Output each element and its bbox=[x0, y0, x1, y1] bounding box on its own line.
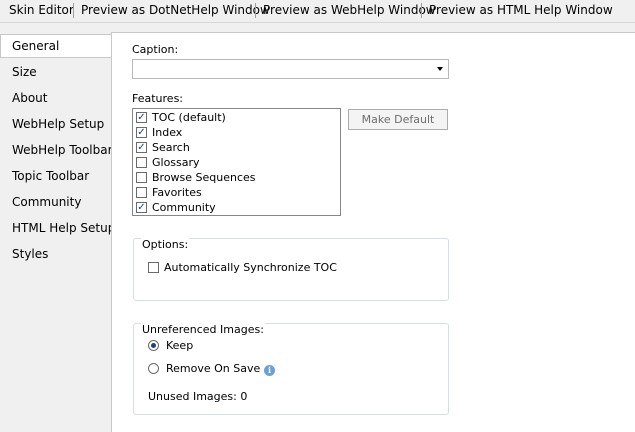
unreferenced-images-title: Unreferenced Images: bbox=[141, 323, 265, 336]
keep-label: Keep bbox=[166, 339, 194, 352]
list-item[interactable]: ✓ Search bbox=[136, 140, 190, 155]
sidebar-item-about[interactable]: About bbox=[0, 86, 111, 110]
auto-sync-row[interactable]: Automatically Synchronize TOC bbox=[148, 261, 337, 274]
tab-preview-htmlhelp[interactable]: Preview as HTML Help Window bbox=[429, 0, 613, 22]
feature-label: Search bbox=[152, 141, 190, 154]
unreferenced-images-group: Unreferenced Images: Keep Remove On Save… bbox=[133, 323, 449, 415]
features-label: Features: bbox=[132, 92, 184, 105]
caption-combobox[interactable] bbox=[132, 59, 449, 79]
tab-preview-dotnethelp[interactable]: Preview as DotNetHelp Window bbox=[81, 0, 270, 22]
list-item[interactable]: Glossary bbox=[136, 155, 200, 170]
sidebar-item-webhelp-toolbar[interactable]: WebHelp Toolbar bbox=[0, 138, 113, 162]
make-default-button[interactable]: Make Default bbox=[348, 109, 448, 130]
tab-preview-webhelp[interactable]: Preview as WebHelp Window bbox=[263, 0, 436, 22]
sidebar-item-size[interactable]: Size bbox=[0, 60, 111, 84]
sidebar-item-styles[interactable]: Styles bbox=[0, 242, 111, 266]
list-item[interactable]: Favorites bbox=[136, 185, 202, 200]
feature-label: Index bbox=[152, 126, 183, 139]
feature-label: TOC (default) bbox=[152, 111, 226, 124]
keep-option[interactable]: Keep bbox=[148, 339, 193, 352]
tab-separator bbox=[421, 3, 422, 18]
general-panel: Caption: Features: ✓ TOC (default) ✓ Index… bbox=[111, 32, 635, 432]
feature-label: Community bbox=[152, 201, 216, 214]
feature-checkbox[interactable]: ✓ bbox=[136, 141, 147, 153]
list-item[interactable]: ✓ TOC (default) bbox=[136, 110, 226, 125]
chevron-down-icon[interactable] bbox=[437, 67, 443, 71]
sidebar-item-topic-toolbar[interactable]: Topic Toolbar bbox=[0, 164, 111, 188]
sidebar-item-general[interactable]: General bbox=[0, 34, 113, 58]
remove-on-save-option[interactable]: Remove On Save bbox=[148, 362, 260, 375]
options-group: Options: Automatically Synchronize TOC bbox=[133, 238, 449, 301]
features-list[interactable]: ✓ TOC (default) ✓ Index ✓ Search Glossary B… bbox=[132, 108, 341, 216]
tab-separator bbox=[255, 3, 256, 18]
list-item[interactable]: ✓ Community bbox=[136, 200, 216, 215]
unused-images-count: Unused Images: 0 bbox=[148, 390, 248, 403]
auto-sync-label: Automatically Synchronize TOC bbox=[164, 261, 337, 274]
feature-checkbox[interactable] bbox=[136, 156, 147, 168]
feature-label: Favorites bbox=[152, 186, 202, 199]
feature-label: Browse Sequences bbox=[152, 171, 256, 184]
auto-sync-checkbox[interactable] bbox=[148, 261, 159, 273]
feature-checkbox[interactable] bbox=[136, 186, 147, 198]
remove-on-save-label: Remove On Save bbox=[166, 362, 261, 375]
list-item[interactable]: ✓ Index bbox=[136, 125, 182, 140]
feature-checkbox[interactable]: ✓ bbox=[136, 111, 147, 123]
sidebar: General Size About WebHelp Setup WebHelp… bbox=[0, 34, 115, 432]
feature-checkbox[interactable] bbox=[136, 171, 147, 183]
sidebar-item-community[interactable]: Community bbox=[0, 190, 111, 214]
info-icon[interactable]: i bbox=[264, 365, 275, 376]
sidebar-item-webhelp-setup[interactable]: WebHelp Setup bbox=[0, 112, 111, 136]
tab-separator bbox=[73, 3, 74, 18]
keep-radio[interactable] bbox=[148, 339, 159, 351]
sidebar-item-html-help-setup[interactable]: HTML Help Setup bbox=[0, 216, 115, 240]
list-item[interactable]: Browse Sequences bbox=[136, 170, 256, 185]
caption-label: Caption: bbox=[132, 43, 179, 56]
feature-checkbox[interactable]: ✓ bbox=[136, 201, 147, 213]
tab-skin-editor[interactable]: Skin Editor bbox=[9, 0, 74, 22]
top-tab-bar: Skin Editor Preview as DotNetHelp Window… bbox=[0, 0, 635, 23]
feature-label: Glossary bbox=[152, 156, 200, 169]
remove-on-save-radio[interactable] bbox=[148, 362, 159, 374]
options-title: Options: bbox=[141, 238, 190, 251]
feature-checkbox[interactable]: ✓ bbox=[136, 126, 147, 138]
